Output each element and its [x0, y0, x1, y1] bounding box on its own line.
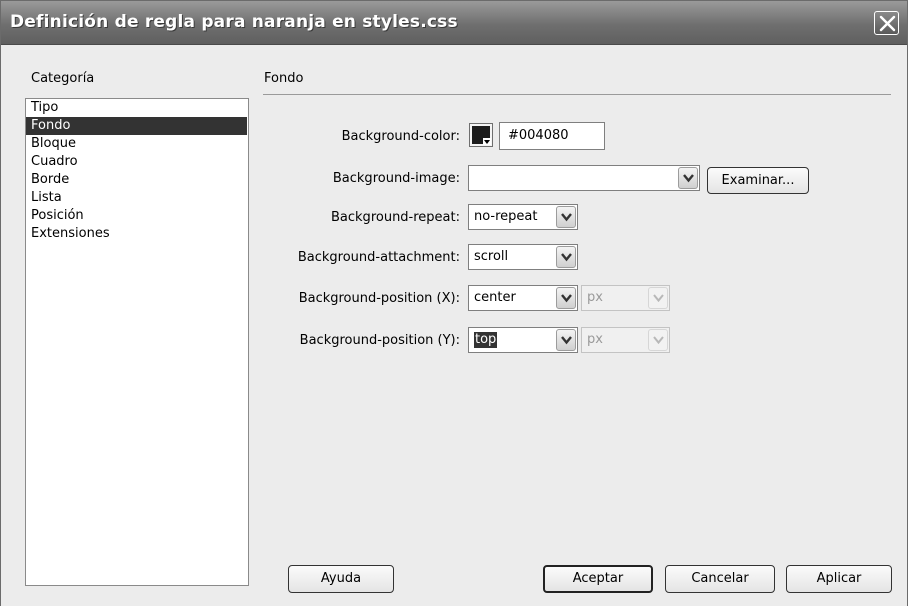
- bg-image-label: Background-image:: [332, 171, 460, 186]
- bg-repeat-label: Background-repeat:: [331, 210, 460, 225]
- dropdown-button[interactable]: [556, 287, 576, 309]
- chevron-down-icon: [653, 336, 664, 345]
- bg-pos-y-unit-value: px: [587, 332, 603, 347]
- section-title: Fondo: [264, 71, 304, 86]
- category-item-cuadro[interactable]: Cuadro: [26, 153, 247, 171]
- bg-image-select[interactable]: [468, 165, 700, 191]
- chevron-down-icon: [561, 336, 572, 345]
- bg-pos-y-value: top: [474, 332, 498, 348]
- close-button[interactable]: [874, 11, 899, 35]
- bg-color-label: Background-color:: [341, 129, 460, 144]
- dropdown-button[interactable]: [648, 329, 668, 351]
- chevron-down-icon: [653, 294, 664, 303]
- category-list[interactable]: Tipo Fondo Bloque Cuadro Borde Lista Pos…: [25, 98, 249, 586]
- chevron-down-icon: [561, 213, 572, 222]
- category-item-lista[interactable]: Lista: [26, 189, 247, 207]
- chevron-down-icon: [561, 294, 572, 303]
- color-swatch-button[interactable]: [469, 123, 493, 147]
- category-header: Categoría: [31, 71, 95, 86]
- ok-button[interactable]: Aceptar: [543, 565, 653, 593]
- apply-button[interactable]: Aplicar: [786, 565, 892, 593]
- category-item-posicion[interactable]: Posición: [26, 207, 247, 225]
- bg-pos-x-select[interactable]: center: [468, 285, 578, 311]
- dropdown-button[interactable]: [556, 329, 576, 351]
- dropdown-button[interactable]: [648, 287, 668, 309]
- css-rule-dialog: Definición de regla para naranja en styl…: [0, 0, 908, 606]
- help-button[interactable]: Ayuda: [288, 565, 394, 593]
- dropdown-button[interactable]: [556, 206, 576, 228]
- bg-pos-y-select[interactable]: top: [468, 327, 578, 353]
- bg-pos-y-unit-select[interactable]: px: [581, 327, 670, 353]
- category-item-extensiones[interactable]: Extensiones: [26, 225, 247, 243]
- close-icon: [879, 15, 896, 32]
- window-title: Definición de regla para naranja en styl…: [10, 12, 458, 32]
- bg-color-input[interactable]: #004080: [499, 122, 605, 150]
- dropdown-button[interactable]: [678, 167, 698, 189]
- bg-pos-y-label: Background-position (Y):: [299, 333, 460, 348]
- dialog-content: Categoría Tipo Fondo Bloque Cuadro Borde…: [1, 46, 907, 606]
- category-item-bloque[interactable]: Bloque: [26, 135, 247, 153]
- bg-pos-x-unit-value: px: [587, 290, 603, 305]
- chevron-down-icon: [561, 253, 572, 262]
- section-divider: [263, 94, 891, 95]
- bg-attachment-select[interactable]: scroll: [468, 244, 578, 270]
- category-item-tipo[interactable]: Tipo: [26, 99, 247, 117]
- dropdown-button[interactable]: [556, 246, 576, 268]
- category-item-fondo[interactable]: Fondo: [26, 117, 247, 135]
- bg-pos-x-value: center: [474, 290, 516, 305]
- chevron-down-icon: [683, 174, 694, 183]
- cancel-button[interactable]: Cancelar: [665, 565, 775, 593]
- bg-attachment-value: scroll: [474, 249, 509, 264]
- bg-pos-x-label: Background-position (X):: [298, 291, 460, 306]
- browse-button[interactable]: Examinar...: [707, 167, 809, 194]
- bg-attachment-label: Background-attachment:: [297, 250, 460, 265]
- chevron-down-icon: [484, 140, 490, 144]
- bg-pos-x-unit-select[interactable]: px: [581, 285, 670, 311]
- category-item-borde[interactable]: Borde: [26, 171, 247, 189]
- title-bar[interactable]: Definición de regla para naranja en styl…: [1, 1, 907, 45]
- bg-repeat-select[interactable]: no-repeat: [468, 204, 578, 230]
- bg-repeat-value: no-repeat: [474, 209, 538, 224]
